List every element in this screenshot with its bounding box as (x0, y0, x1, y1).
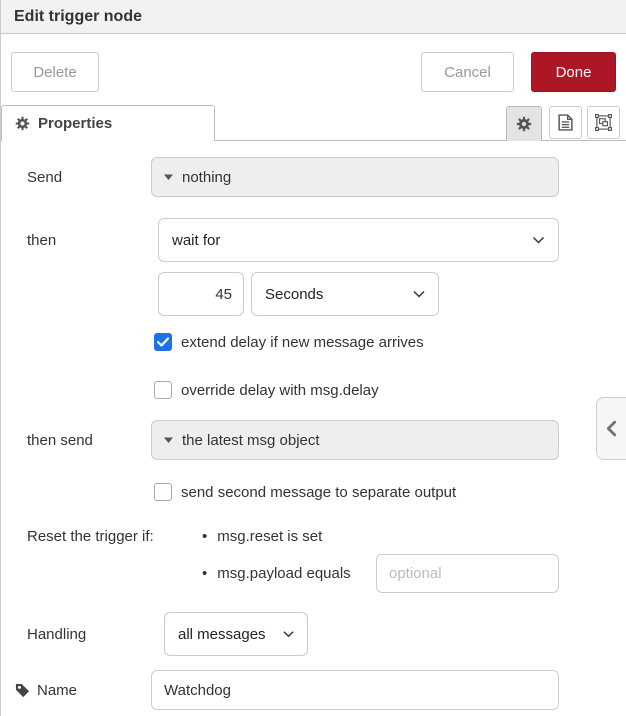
reset-condition-1-text: msg.reset is set (217, 528, 322, 545)
extend-delay-label: extend delay if new message arrives (181, 334, 424, 351)
done-button[interactable]: Done (531, 52, 616, 92)
reset-payload-input[interactable] (376, 554, 559, 593)
handling-label: Handling (27, 612, 86, 656)
caret-down-icon (164, 174, 173, 180)
checkmark-icon (157, 337, 169, 347)
delete-button-label: Delete (33, 64, 76, 81)
reset-trigger-label: Reset the trigger if: (27, 526, 154, 546)
description-tab-button[interactable] (549, 106, 582, 139)
duration-unit-select[interactable]: Seconds (251, 272, 439, 316)
second-output-checkbox[interactable] (154, 483, 172, 501)
name-input[interactable] (151, 670, 559, 710)
reset-condition-2: • msg.payload equals (202, 554, 351, 593)
override-delay-checkbox[interactable] (154, 381, 172, 399)
then-label: then (27, 218, 56, 262)
cancel-button[interactable]: Cancel (421, 52, 514, 92)
chevron-down-icon (283, 630, 294, 638)
extend-delay-checkbox-row[interactable]: extend delay if new message arrives (154, 333, 424, 351)
collapse-panel-button[interactable] (596, 397, 626, 460)
appearance-tab-button[interactable] (587, 106, 620, 139)
gear-icon (516, 116, 532, 132)
extend-delay-checkbox[interactable] (154, 333, 172, 351)
send-typed-input[interactable]: nothing (151, 157, 559, 197)
then-select[interactable]: wait for (158, 218, 559, 262)
name-label: Name (15, 670, 77, 710)
reset-condition-1: • msg.reset is set (202, 526, 322, 546)
duration-unit-value: Seconds (265, 286, 323, 303)
then-send-typed-input[interactable]: the latest msg object (151, 420, 559, 460)
properties-tab-button[interactable] (506, 106, 542, 141)
gear-icon (15, 116, 30, 131)
done-button-label: Done (556, 64, 592, 81)
second-output-checkbox-row[interactable]: send second message to separate output (154, 483, 456, 501)
override-delay-checkbox-row[interactable]: override delay with msg.delay (154, 381, 379, 399)
then-send-label: then send (27, 420, 93, 460)
tag-icon (15, 683, 30, 698)
bullet-icon: • (202, 528, 207, 545)
object-group-icon (595, 114, 612, 131)
chevron-down-icon (532, 236, 545, 244)
edit-trigger-node-dialog: Edit trigger node Delete Cancel Done Pro… (0, 0, 626, 716)
bullet-icon: • (202, 565, 207, 582)
handling-select[interactable]: all messages (164, 612, 308, 656)
delete-button[interactable]: Delete (11, 52, 99, 92)
caret-down-icon (164, 437, 173, 443)
then-select-value: wait for (172, 232, 220, 249)
override-delay-label: override delay with msg.delay (181, 382, 379, 399)
dialog-header: Edit trigger node (1, 0, 626, 34)
chevron-left-icon (606, 420, 617, 437)
cancel-button-label: Cancel (444, 64, 491, 81)
document-icon (558, 114, 573, 131)
then-send-value: the latest msg object (182, 432, 320, 449)
reset-condition-2-text: msg.payload equals (217, 565, 350, 582)
tab-properties-label: Properties (38, 115, 112, 132)
duration-input[interactable] (158, 272, 244, 316)
chevron-down-icon (413, 290, 425, 298)
send-value: nothing (182, 169, 231, 186)
dialog-title: Edit trigger node (14, 8, 142, 26)
tab-properties[interactable]: Properties (1, 105, 215, 141)
send-label: Send (27, 157, 62, 197)
handling-select-value: all messages (178, 626, 266, 643)
second-output-label: send second message to separate output (181, 484, 456, 501)
